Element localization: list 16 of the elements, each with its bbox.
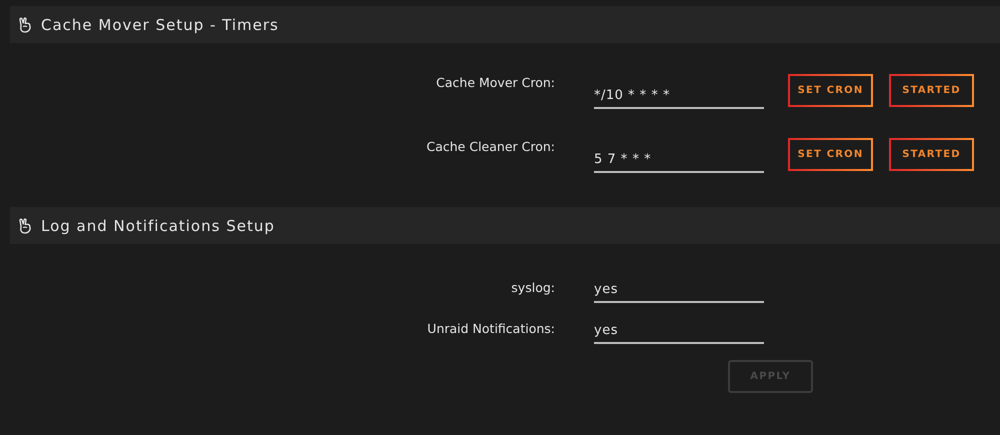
action-button[interactable]: STARTED xyxy=(889,138,974,171)
input-field[interactable]: yes xyxy=(594,311,764,344)
action-button[interactable]: SET CRON xyxy=(788,74,873,107)
section-title: Cache Mover Setup - Timers xyxy=(41,16,279,34)
field-label: Cache Cleaner Cron: xyxy=(426,138,555,154)
field-label: syslog: xyxy=(510,279,555,295)
hand-icon xyxy=(18,16,32,32)
input-field[interactable]: 5 7 * * * xyxy=(594,145,764,173)
action-button[interactable]: STARTED xyxy=(889,74,974,107)
field-label: Cache Mover Cron: xyxy=(435,74,555,90)
action-button[interactable]: SET CRON xyxy=(788,138,873,171)
hand-icon xyxy=(18,218,32,234)
input-field[interactable]: */10 * * * * xyxy=(594,81,764,109)
field-label: Unraid Notifications: xyxy=(426,320,555,336)
section-title: Log and Notifications Setup xyxy=(41,216,275,234)
input-field[interactable]: yes xyxy=(594,270,764,303)
